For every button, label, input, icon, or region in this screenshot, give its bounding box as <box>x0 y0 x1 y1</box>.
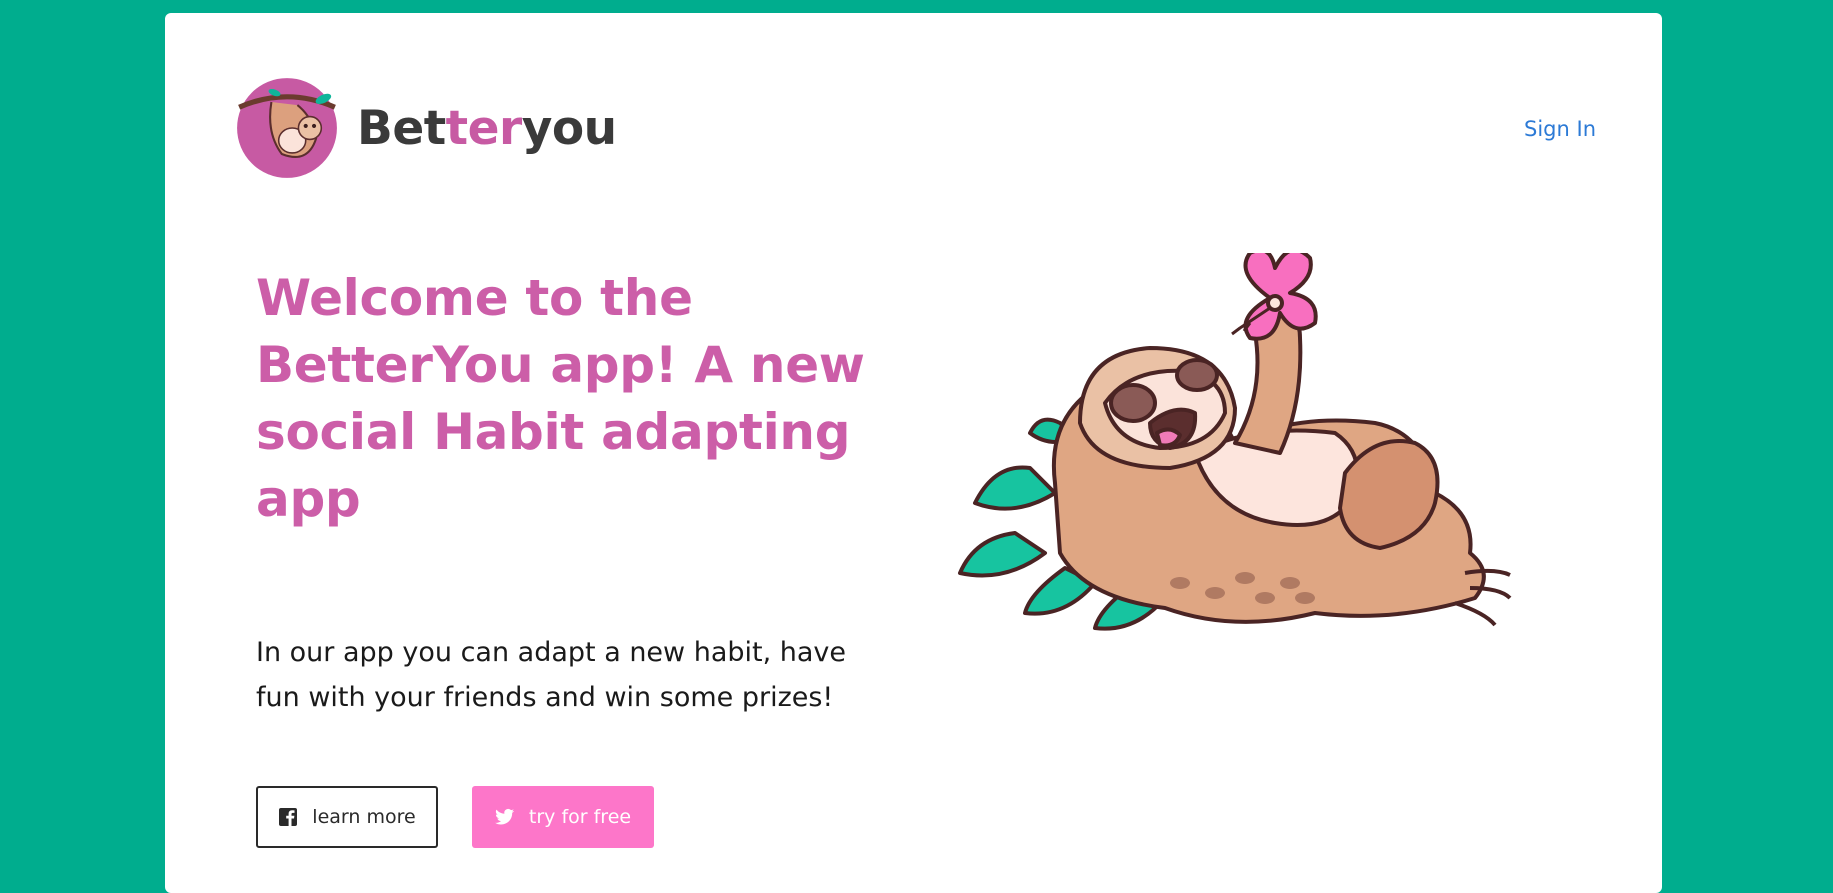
hero-headline: Welcome to the BetterYou app! A new soci… <box>256 269 865 528</box>
brand-name-prefix: Bet <box>357 100 446 156</box>
learn-more-button[interactable]: learn more <box>256 786 438 848</box>
try-for-free-label: try for free <box>528 806 632 828</box>
sloth-logo-icon <box>237 78 337 178</box>
sleeping-sloth-illustration <box>958 253 1512 631</box>
brand-logo[interactable]: Betteryou <box>235 76 617 180</box>
brand-name-suffix: you <box>521 100 617 156</box>
facebook-icon <box>279 808 298 826</box>
brand-name: Betteryou <box>357 101 617 156</box>
sign-in-link[interactable]: Sign In <box>1524 117 1596 141</box>
learn-more-label: learn more <box>312 806 416 828</box>
try-for-free-button[interactable]: try for free <box>472 786 654 848</box>
main-card: Betteryou Sign In Welcome to the BetterY… <box>165 13 1662 893</box>
brand-name-accent: ter <box>445 100 523 156</box>
hero-description: In our app you can adapt a new habit, ha… <box>256 637 847 713</box>
twitter-icon <box>494 808 515 825</box>
